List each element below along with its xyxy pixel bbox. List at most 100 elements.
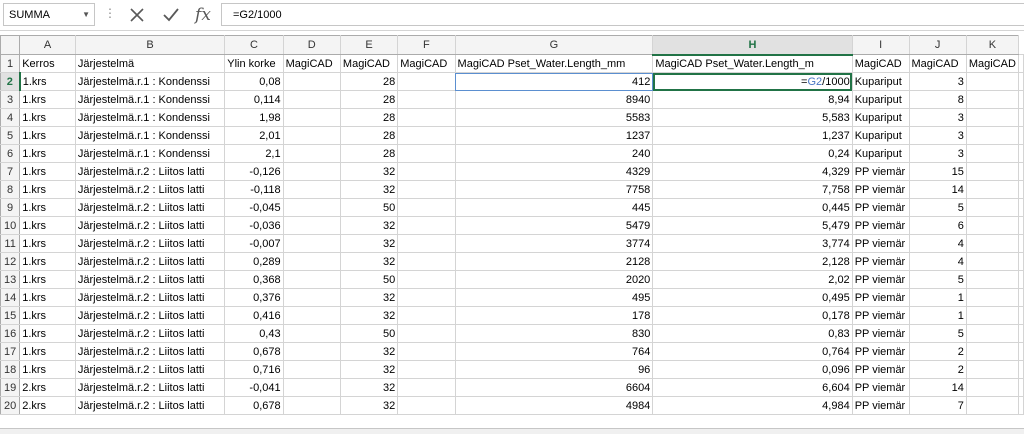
cell-a4[interactable]: 1.krs [19, 108, 76, 127]
cell-f6[interactable] [397, 144, 456, 163]
cell-b16[interactable]: Järjestelmä.r.2 : Liitos latti [74, 324, 226, 343]
cell-d2[interactable] [282, 72, 341, 91]
cell-g18[interactable]: 96 [454, 360, 654, 379]
cell-h7[interactable]: 4,329 [652, 162, 853, 181]
cell-h16[interactable]: 0,83 [652, 324, 853, 343]
cell-d3[interactable] [282, 90, 341, 109]
cell-e4[interactable]: 28 [339, 108, 399, 127]
column-header-j[interactable]: J [908, 35, 967, 55]
cell-g17[interactable]: 764 [454, 342, 654, 361]
row-header[interactable]: 3 [0, 90, 21, 109]
cell-j19[interactable]: 14 [908, 378, 967, 397]
cell-c17[interactable]: 0,678 [224, 342, 284, 361]
cell-e18[interactable]: 32 [339, 360, 399, 379]
cell-a3[interactable]: 1.krs [19, 90, 76, 109]
cell-b11[interactable]: Järjestelmä.r.2 : Liitos latti [74, 234, 226, 253]
cell-d20[interactable] [282, 396, 341, 415]
row-header[interactable]: 4 [0, 108, 21, 127]
cell-h9[interactable]: 0,445 [652, 198, 853, 217]
row-header[interactable]: 14 [0, 288, 21, 307]
cell-h12[interactable]: 2,128 [652, 252, 853, 271]
cell-c4[interactable]: 1,98 [224, 108, 284, 127]
cell-k18[interactable] [965, 360, 1020, 379]
cell-k8[interactable] [965, 180, 1020, 199]
cell-e5[interactable]: 28 [339, 126, 399, 145]
cell-k20[interactable] [965, 396, 1020, 415]
cell-g8[interactable]: 7758 [454, 180, 654, 199]
cell-e6[interactable]: 28 [339, 144, 399, 163]
cell-g6[interactable]: 240 [454, 144, 654, 163]
row-header[interactable]: 18 [0, 360, 21, 379]
cell-i18[interactable]: PP viemär [851, 360, 910, 379]
row-header[interactable]: 10 [0, 216, 21, 235]
cell-d18[interactable] [282, 360, 341, 379]
row-header[interactable]: 11 [0, 234, 21, 253]
cell-f20[interactable] [397, 396, 456, 415]
cell-k19[interactable] [965, 378, 1020, 397]
cell-e14[interactable]: 32 [339, 288, 399, 307]
cell-d17[interactable] [282, 342, 341, 361]
cell-b8[interactable]: Järjestelmä.r.2 : Liitos latti [74, 180, 226, 199]
cell-d6[interactable] [282, 144, 341, 163]
cell-f18[interactable] [397, 360, 456, 379]
cell-f19[interactable] [397, 378, 456, 397]
cell-g1[interactable]: MagiCAD Pset_Water.Length_mm [454, 54, 654, 73]
formula-input[interactable]: =G2/1000 [221, 3, 1024, 26]
cell-k5[interactable] [965, 126, 1020, 145]
cell-a20[interactable]: 2.krs [19, 396, 76, 415]
cell-b20[interactable]: Järjestelmä.r.2 : Liitos latti [74, 396, 226, 415]
cell-c10[interactable]: -0,036 [224, 216, 284, 235]
cell-h2[interactable]: =G2/1000 [652, 72, 853, 91]
cell-d19[interactable] [282, 378, 341, 397]
cell-j11[interactable]: 4 [908, 234, 967, 253]
row-header[interactable]: 16 [0, 324, 21, 343]
cell-a1[interactable]: Kerros [19, 54, 76, 73]
row-header[interactable]: 12 [0, 252, 21, 271]
cell-k6[interactable] [965, 144, 1020, 163]
cell-a16[interactable]: 1.krs [19, 324, 76, 343]
cell-j2[interactable]: 3 [908, 72, 967, 91]
row-header[interactable]: 20 [0, 396, 21, 415]
cell-a19[interactable]: 2.krs [19, 378, 76, 397]
cell-b14[interactable]: Järjestelmä.r.2 : Liitos latti [74, 288, 226, 307]
cell-d9[interactable] [282, 198, 341, 217]
cell-h13[interactable]: 2,02 [652, 270, 853, 289]
cell-c16[interactable]: 0,43 [224, 324, 284, 343]
cell-f15[interactable] [397, 306, 456, 325]
cell-e13[interactable]: 50 [339, 270, 399, 289]
cell-h14[interactable]: 0,495 [652, 288, 853, 307]
cell-b5[interactable]: Järjestelmä.r.1 : Kondenssi [74, 126, 226, 145]
cell-i8[interactable]: PP viemär [851, 180, 910, 199]
column-header-h[interactable]: H [652, 35, 853, 56]
cell-h1[interactable]: MagiCAD Pset_Water.Length_m [652, 54, 853, 73]
cell-c12[interactable]: 0,289 [224, 252, 284, 271]
cell-b7[interactable]: Järjestelmä.r.2 : Liitos latti [74, 162, 226, 181]
cell-a17[interactable]: 1.krs [19, 342, 76, 361]
cell-i10[interactable]: PP viemär [851, 216, 910, 235]
cell-e3[interactable]: 28 [339, 90, 399, 109]
cell-i5[interactable]: Kupariput [851, 126, 910, 145]
cell-d13[interactable] [282, 270, 341, 289]
cell-d10[interactable] [282, 216, 341, 235]
cell-f8[interactable] [397, 180, 456, 199]
cell-a5[interactable]: 1.krs [19, 126, 76, 145]
close-icon[interactable] [124, 3, 150, 26]
cell-h11[interactable]: 3,774 [652, 234, 853, 253]
row-header[interactable]: 2 [0, 72, 21, 91]
cell-k2[interactable] [965, 72, 1020, 91]
cell-j18[interactable]: 2 [908, 360, 967, 379]
cell-h6[interactable]: 0,24 [652, 144, 853, 163]
cell-k9[interactable] [965, 198, 1020, 217]
cell-h17[interactable]: 0,764 [652, 342, 853, 361]
cell-k7[interactable] [965, 162, 1020, 181]
cell-i6[interactable]: Kupariput [851, 144, 910, 163]
cell-j15[interactable]: 1 [908, 306, 967, 325]
column-header-d[interactable]: D [282, 35, 341, 55]
cell-k1[interactable]: MagiCAD [965, 54, 1020, 73]
select-all-corner[interactable] [0, 35, 21, 55]
cell-a18[interactable]: 1.krs [19, 360, 76, 379]
cell-c3[interactable]: 0,114 [224, 90, 284, 109]
cell-b15[interactable]: Järjestelmä.r.2 : Liitos latti [74, 306, 226, 325]
cell-j3[interactable]: 8 [908, 90, 967, 109]
cell-c9[interactable]: -0,045 [224, 198, 284, 217]
